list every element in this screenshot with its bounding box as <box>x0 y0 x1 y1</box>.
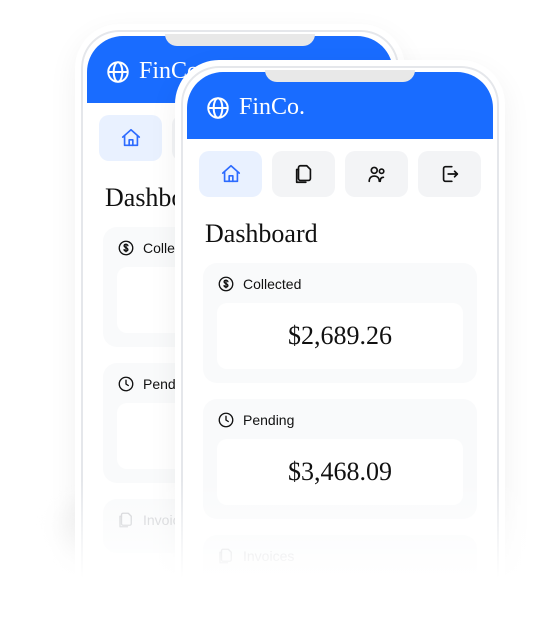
card-label: Collected <box>243 276 301 292</box>
phone-mockup-front: FinCo. <box>175 60 505 620</box>
card-label: Invoices <box>243 548 294 564</box>
home-icon <box>220 163 242 185</box>
collected-amount: $2,689.26 <box>217 303 463 369</box>
nav-tabs <box>187 139 493 205</box>
globe-icon <box>205 95 231 121</box>
nav-home[interactable] <box>199 151 262 197</box>
dollar-icon <box>117 239 135 257</box>
phone-notch <box>265 70 415 82</box>
card-collected: Collected $2,689.26 <box>203 263 477 383</box>
clock-icon <box>217 411 235 429</box>
home-icon <box>120 127 142 149</box>
logout-icon <box>439 163 461 185</box>
app-name: FinCo. <box>239 94 305 121</box>
nav-documents[interactable] <box>272 151 335 197</box>
app-header: FinCo. <box>187 72 493 139</box>
nav-logout[interactable] <box>418 151 481 197</box>
nav-users[interactable] <box>345 151 408 197</box>
card-label: Pending <box>243 412 294 428</box>
clock-icon <box>117 375 135 393</box>
dollar-icon <box>217 275 235 293</box>
document-icon <box>117 511 135 529</box>
document-icon <box>217 547 235 565</box>
card-pending: Pending $3,468.09 <box>203 399 477 519</box>
page-title: Dashboard <box>205 219 475 249</box>
card-invoices: Invoices <box>203 535 477 589</box>
globe-icon <box>105 59 131 85</box>
document-icon <box>293 163 315 185</box>
nav-home[interactable] <box>99 115 162 161</box>
pending-amount: $3,468.09 <box>217 439 463 505</box>
users-icon <box>366 163 388 185</box>
phone-notch <box>165 34 315 46</box>
